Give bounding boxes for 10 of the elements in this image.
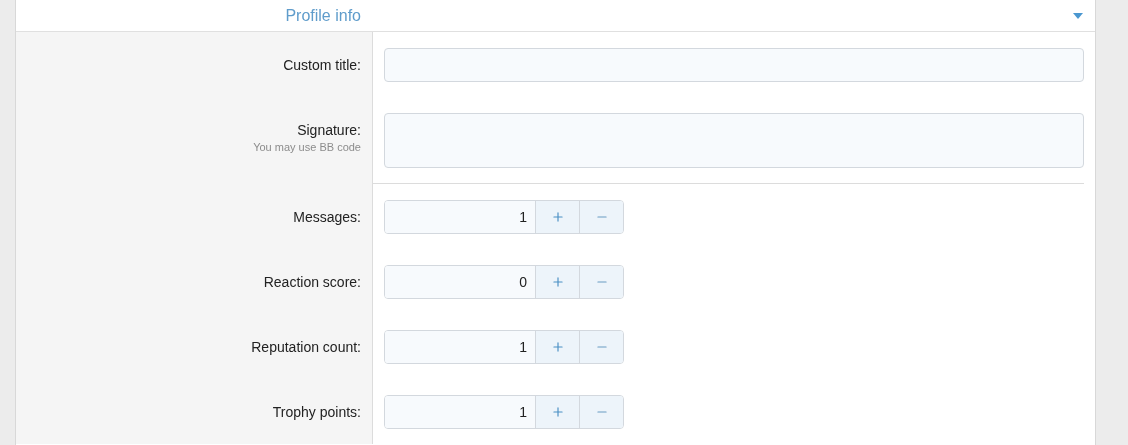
field-label: Reputation count: [251, 338, 361, 357]
field-label: Signature: [297, 121, 361, 140]
text-input[interactable] [384, 48, 1084, 82]
signature-editor[interactable] [384, 113, 1084, 168]
field-label: Custom title: [283, 56, 361, 75]
field-hint: You may use BB code [253, 140, 361, 155]
section-title: Profile info [285, 5, 361, 26]
field-label: Messages: [293, 208, 361, 227]
field-label: Reaction score: [263, 273, 361, 292]
field-label: Trophy points: [272, 403, 361, 422]
